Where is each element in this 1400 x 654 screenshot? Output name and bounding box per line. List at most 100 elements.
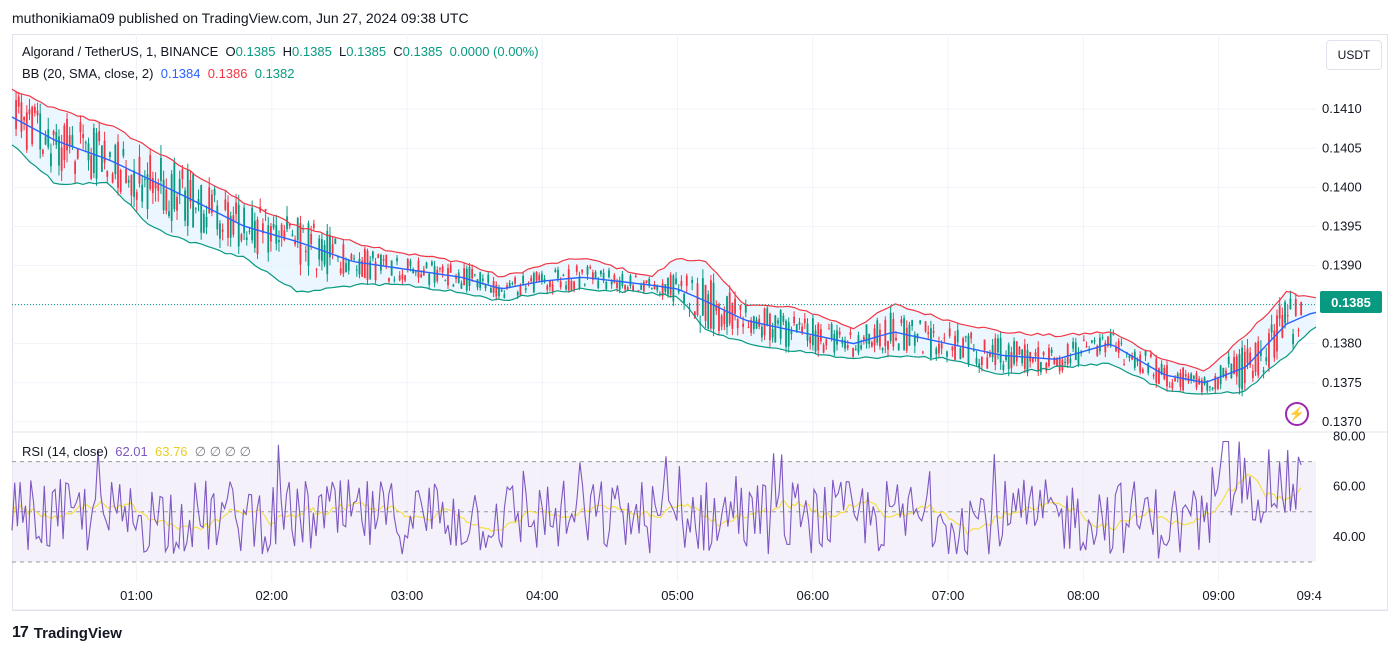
candle-body (1251, 370, 1254, 378)
candle-body (629, 275, 632, 286)
candle-body (143, 178, 146, 181)
candle-body (1069, 358, 1072, 364)
candle-body (1294, 299, 1297, 316)
candle-body (47, 129, 50, 148)
candle-body (608, 270, 610, 278)
candle-body (943, 337, 946, 339)
candle-body (396, 257, 398, 262)
candle-body (685, 275, 688, 286)
candle-body (1112, 334, 1115, 336)
candle-body (41, 149, 44, 154)
candle-body (1273, 330, 1276, 358)
candle-body (428, 273, 431, 285)
symbol-name[interactable]: Algorand / TetherUS, 1, BINANCE (22, 44, 218, 59)
candle-body (997, 338, 999, 353)
candle-body (771, 329, 774, 338)
candle-body (133, 170, 136, 197)
candle-body (452, 284, 455, 287)
time-axis-label: 09:4 (1297, 588, 1322, 603)
candle-body (549, 280, 551, 287)
candle-body (540, 273, 543, 281)
candle-body (92, 127, 95, 173)
candle-body (291, 234, 294, 236)
candle-body (887, 340, 889, 350)
candle-body (1040, 362, 1042, 373)
candle-body (1064, 362, 1066, 364)
candle-body (44, 136, 47, 145)
candle-body (398, 275, 401, 281)
rsi-label: RSI (14, close) (22, 444, 108, 459)
candle-body (278, 240, 280, 242)
candle-body (696, 283, 699, 315)
candle-body (127, 180, 130, 183)
candle-body (980, 356, 983, 365)
candle-body (766, 308, 769, 326)
candle-body (605, 282, 608, 290)
candle-body (1002, 364, 1005, 370)
candle-body (162, 179, 165, 211)
candle-body (624, 285, 626, 290)
bb-band-fill (12, 89, 1316, 394)
candle-body (275, 225, 278, 244)
candle-body (219, 223, 221, 239)
candle-body (994, 338, 997, 365)
candle-body (514, 277, 516, 284)
candle-body (1085, 346, 1088, 348)
chart-canvas[interactable]: 0.1410 0.1405 0.1400 0.1395 0.1390 0.1385 0.13… (0, 0, 1400, 654)
candle-body (959, 348, 962, 359)
candle-body (245, 237, 248, 240)
candle-body (581, 269, 584, 273)
candle-body (935, 348, 938, 355)
time-axis-label: 04:00 (526, 588, 559, 603)
candle-body (307, 223, 310, 266)
price-axis-label: 0.1410 (1322, 101, 1362, 116)
candle-body (122, 148, 125, 156)
candle-body (924, 321, 927, 332)
candle-body (347, 260, 350, 271)
candle-body (1257, 341, 1260, 376)
candle-body (860, 345, 863, 349)
candle-body (1144, 351, 1147, 356)
candle-body (1026, 350, 1029, 373)
rsi-legend[interactable]: RSI (14, close) 62.01 63.76 ∅ ∅ ∅ ∅ (22, 444, 251, 460)
candle-body (490, 288, 492, 293)
candle-body (28, 109, 31, 115)
bb-legend[interactable]: BB (20, SMA, close, 2) 0.1384 0.1386 0.1… (22, 66, 295, 81)
candle-body (1286, 315, 1289, 317)
candle-body (905, 327, 908, 351)
candle-body (447, 267, 449, 286)
candle-body (1174, 378, 1176, 382)
rsi-ma-value: 63.76 (155, 444, 188, 459)
candle-body (570, 280, 573, 292)
rsi-value: 62.01 (115, 444, 148, 459)
candle-body (503, 294, 506, 298)
candle-body (538, 275, 541, 281)
candle-body (221, 229, 224, 232)
candle-body (956, 330, 959, 343)
candle-body (610, 280, 613, 285)
candle-body (948, 328, 951, 336)
candle-body (149, 155, 152, 189)
candle-body (103, 140, 106, 163)
candle-body (954, 335, 956, 360)
lightning-icon[interactable]: ⚡ (1285, 402, 1309, 426)
time-axis-label: 03:00 (391, 588, 424, 603)
candle-body (621, 274, 624, 286)
candle-body (388, 278, 390, 282)
candle-body (1206, 380, 1209, 391)
candle-body (927, 332, 930, 335)
footer-brand: 17 TradingView (12, 624, 122, 642)
candle-body (339, 268, 342, 274)
candle-body (200, 184, 203, 233)
candle-body (17, 96, 20, 107)
candle-body (519, 286, 522, 296)
candle-body (1117, 341, 1120, 353)
currency-button[interactable]: USDT (1326, 40, 1382, 70)
candle-body (380, 254, 382, 271)
candle-body (444, 280, 447, 282)
bb-lower-value: 0.1382 (254, 66, 295, 81)
close-label: C (393, 44, 403, 59)
candle-body (286, 216, 288, 230)
candle-body (777, 320, 779, 324)
candle-body (589, 266, 592, 269)
